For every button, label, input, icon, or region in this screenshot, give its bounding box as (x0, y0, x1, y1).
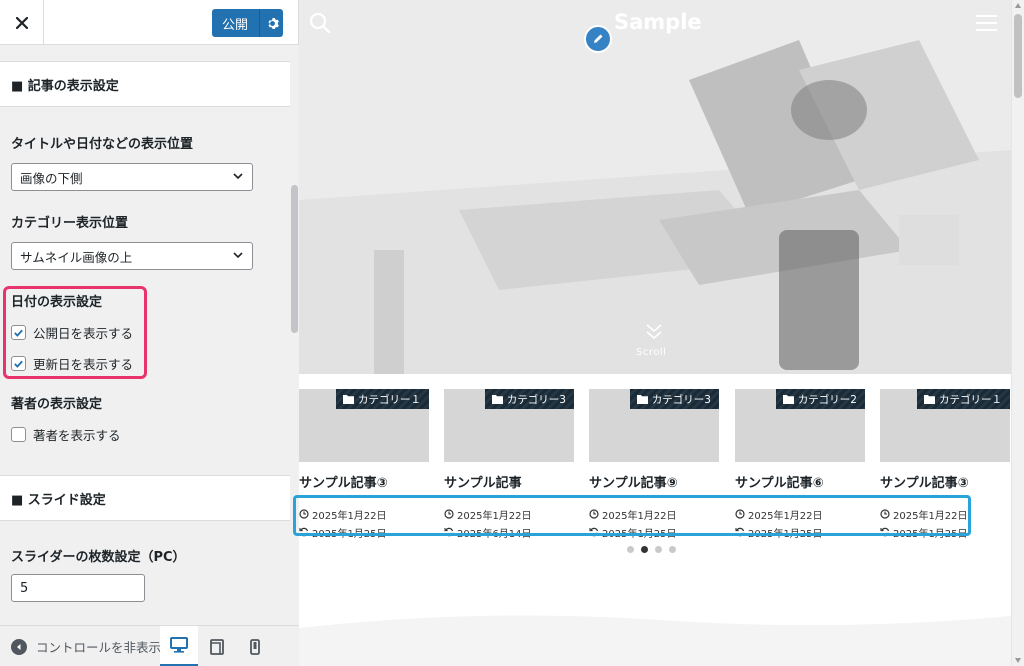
post-title[interactable]: サンプル記事③ (880, 472, 1010, 491)
sidebar-scrollbar[interactable] (290, 45, 299, 625)
category-position-label: カテゴリー表示位置 (11, 216, 129, 231)
gear-icon[interactable] (262, 13, 282, 33)
post-title[interactable]: サンプル記事⑥ (735, 472, 865, 491)
show-author-checkbox[interactable]: 著者を表示する (11, 425, 121, 444)
desktop-icon (170, 637, 188, 653)
pagination-dot-active[interactable] (641, 546, 648, 553)
dates-highlight (293, 495, 971, 536)
folder-icon (782, 395, 794, 404)
folder-icon (924, 395, 935, 404)
collapse-arrow-icon (11, 638, 27, 655)
customizer-sidebar: 公開 ■ 記事の表示設定 タイトルや日付などの表示位置 画像の下側 カテゴリー表… (0, 0, 299, 666)
category-badge[interactable]: カテゴリー１ (917, 389, 1010, 409)
publish-label: 公開 (222, 17, 249, 33)
tablet-icon (210, 638, 224, 655)
hero-image: Sample Scroll (299, 0, 1011, 374)
edit-shortcut-button[interactable] (584, 25, 612, 53)
folder-icon (636, 395, 648, 404)
desktop-preview-button[interactable] (160, 626, 198, 666)
post-title[interactable]: サンプル記事③ (299, 472, 429, 491)
publish-button[interactable]: 公開 (212, 9, 283, 37)
search-icon[interactable] (309, 12, 331, 34)
pagination-dot[interactable] (627, 546, 634, 553)
title-position-select[interactable]: 画像の下側 (11, 163, 253, 191)
pencil-icon (594, 34, 603, 43)
hamburger-menu-icon[interactable] (976, 15, 997, 31)
category-badge[interactable]: カテゴリー１ (336, 389, 429, 409)
sidebar-footer: コントロールを非表示 (0, 625, 299, 666)
category-badge[interactable]: カテゴリー2 (775, 389, 865, 409)
mobile-preview-button[interactable] (236, 626, 274, 666)
pagination-dot[interactable] (669, 546, 676, 553)
post-thumbnail[interactable]: カテゴリー2 (735, 389, 865, 462)
close-icon (15, 16, 28, 29)
folder-icon (343, 395, 354, 404)
site-title[interactable]: Sample (614, 10, 702, 34)
site-preview: Sample Scroll カテゴリー１ サンプル記事③ 2025年1月22日 … (299, 0, 1011, 666)
slider-count-input[interactable]: 5 (11, 574, 145, 602)
post-thumbnail[interactable]: カテゴリー１ (299, 389, 429, 462)
date-settings-highlight (3, 286, 147, 379)
section-slide: ■ スライド設定 (0, 475, 290, 521)
post-thumbnail[interactable]: カテゴリー3 (589, 389, 719, 462)
close-button[interactable] (0, 0, 44, 45)
mobile-icon (250, 638, 260, 655)
slider-count-label: スライダーの枚数設定（PC） (11, 550, 186, 565)
post-title[interactable]: サンプル記事 (444, 472, 574, 491)
scroll-label: Scroll (636, 347, 667, 358)
chevron-down-icon (233, 252, 243, 259)
title-position-label: タイトルや日付などの表示位置 (11, 137, 194, 152)
category-badge[interactable]: カテゴリー3 (629, 389, 719, 409)
pagination-dot[interactable] (655, 546, 662, 553)
category-badge[interactable]: カテゴリー3 (484, 389, 574, 409)
tablet-preview-button[interactable] (198, 626, 236, 666)
chevron-down-icon (233, 173, 243, 180)
checkbox[interactable] (11, 427, 26, 442)
post-thumbnail[interactable]: カテゴリー3 (444, 389, 574, 462)
sidebar-header: 公開 (0, 0, 298, 45)
author-settings-label: 著者の表示設定 (11, 397, 103, 412)
slider-pagination (627, 546, 676, 553)
wave-divider (299, 615, 1011, 666)
category-position-select[interactable]: サムネイル画像の上 (11, 242, 253, 270)
post-title[interactable]: サンプル記事⑨ (589, 472, 719, 491)
collapse-controls-button[interactable]: コントロールを非表示 (11, 637, 161, 656)
section-article-display: ■ 記事の表示設定 (0, 61, 290, 107)
folder-icon (491, 395, 503, 404)
post-thumbnail[interactable]: カテゴリー１ (880, 389, 1010, 462)
preview-scrollbar[interactable] (1011, 0, 1024, 666)
scroll-down-icon[interactable] (645, 322, 663, 340)
